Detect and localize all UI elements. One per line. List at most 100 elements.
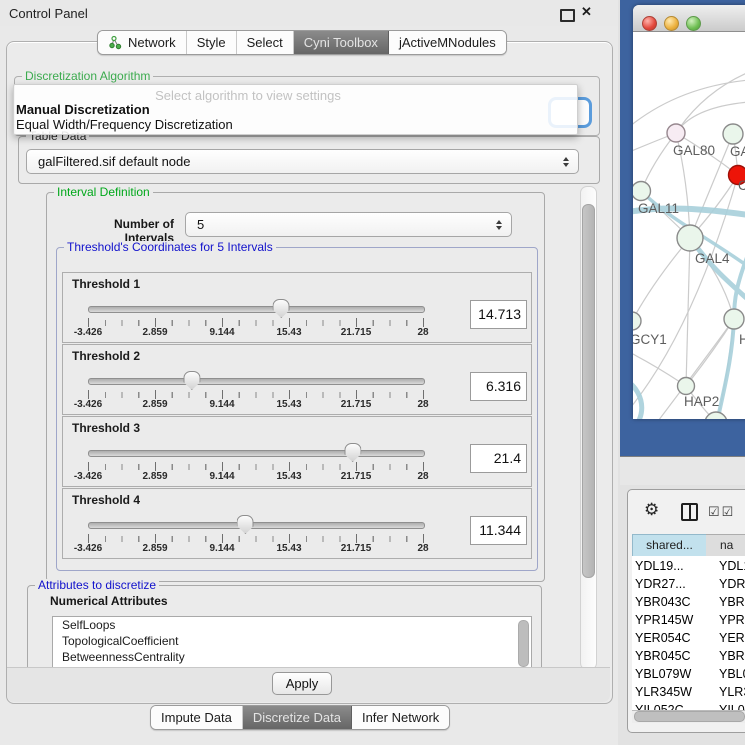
tab-select[interactable]: Select: [237, 31, 294, 54]
node-label-hap2: HAP2: [684, 394, 719, 409]
node-table-body[interactable]: YDL19...YDL1 YDR27...YDR2 YBR043CYBR0 YP…: [632, 556, 745, 710]
combo-arrows-icon: [563, 157, 569, 167]
algorithm-dropdown-popup: Select algorithm to view settings Manual…: [13, 84, 578, 135]
slider-track[interactable]: [88, 522, 425, 529]
threshold-coordinates-legend: Threshold's Coordinates for 5 Intervals: [64, 241, 276, 253]
popup-placeholder: Select algorithm to view settings: [14, 88, 482, 103]
close-icon[interactable]: ✕: [581, 4, 592, 20]
slider-thumb[interactable]: [273, 299, 290, 318]
threshold-1-slider[interactable]: [88, 299, 423, 319]
table-row[interactable]: YBL079WYBL0: [632, 665, 745, 683]
network-graph: GAL80 GA C GAL11 GAL4 GCY1 H HAP2: [633, 32, 745, 419]
slider-thumb[interactable]: [344, 443, 361, 462]
interval-definition-legend: Interval Definition: [54, 186, 153, 198]
select-columns-icon[interactable]: ☑☑: [708, 504, 735, 520]
node-label-gal4: GAL4: [695, 251, 730, 266]
table-row[interactable]: YER054CYER0: [632, 629, 745, 647]
node-gcy1[interactable]: [633, 312, 641, 330]
threshold-label: Threshold 2: [72, 349, 140, 363]
threshold-1-panel: Threshold 1 -3.426 2.859 9.144 15.43 21.…: [62, 272, 532, 343]
combo-arrows-icon: [496, 220, 502, 230]
cyni-bottom-tabs: Impute Data Discretize Data Infer Networ…: [150, 705, 450, 730]
slider-scale-labels: -3.426 2.859 9.144 15.43 21.715 28: [88, 543, 423, 555]
list-item[interactable]: TopologicalCoefficient: [53, 633, 531, 649]
list-scrollbar[interactable]: [518, 620, 529, 667]
table-row[interactable]: YDR27...YDR2: [632, 575, 745, 593]
network-window: GAL80 GA C GAL11 GAL4 GCY1 H HAP2: [633, 5, 745, 419]
screen: Control Panel ✕ Network Style Select Cyn…: [0, 0, 745, 745]
list-item[interactable]: SelfLoops: [53, 617, 531, 633]
node-hap2[interactable]: [678, 378, 695, 395]
column-header-shared-name[interactable]: shared...: [632, 534, 707, 557]
tab-style[interactable]: Style: [187, 31, 237, 54]
table-row[interactable]: YLR345WYLR3: [632, 683, 745, 701]
node-ga[interactable]: [723, 124, 743, 144]
threshold-4-slider[interactable]: [88, 515, 423, 535]
tab-cyni-toolbox[interactable]: Cyni Toolbox: [294, 31, 389, 54]
popup-option-equal-width[interactable]: Equal Width/Frequency Discretization: [16, 117, 233, 132]
node-label-gal80: GAL80: [673, 143, 715, 158]
settings-scrollbar-thumb[interactable]: [582, 204, 595, 578]
float-window-icon[interactable]: [560, 9, 575, 22]
slider-track[interactable]: [88, 378, 425, 385]
table-panel-header: Table Panel: [620, 456, 745, 485]
threshold-1-value-field[interactable]: 14.713: [470, 300, 527, 329]
table-row[interactable]: YBR045CYBR0: [632, 647, 745, 665]
column-header-name[interactable]: na: [706, 534, 745, 557]
slider-track[interactable]: [88, 306, 425, 313]
apply-button[interactable]: Apply: [272, 672, 332, 695]
tab-impute-data[interactable]: Impute Data: [151, 706, 243, 729]
node-label-h: H: [739, 332, 745, 347]
split-columns-icon[interactable]: [681, 503, 698, 521]
tab-infer-network[interactable]: Infer Network: [352, 706, 449, 729]
table-data-value: galFiltered.sif default node: [27, 154, 563, 169]
gear-icon[interactable]: ⚙: [644, 500, 659, 520]
control-panel-titlebar: Control Panel: [0, 0, 618, 26]
table-row[interactable]: YIL052CYIL0: [632, 701, 745, 710]
node-h[interactable]: [724, 309, 744, 329]
tab-jactivemnodules[interactable]: jActiveMNodules: [389, 31, 506, 54]
table-row[interactable]: YDL19...YDL1: [632, 557, 745, 575]
threshold-2-value-field[interactable]: 6.316: [470, 372, 527, 401]
slider-thumb[interactable]: [183, 371, 200, 390]
node-gal11[interactable]: [633, 182, 651, 201]
table-row[interactable]: YPR145WYPR1: [632, 611, 745, 629]
node-label-c: C: [738, 178, 745, 193]
threshold-2-panel: Threshold 2 -3.426 2.859 9.144 15.43 21.…: [62, 344, 532, 415]
node-gal80[interactable]: [667, 124, 685, 142]
slider-scale-labels: -3.426 2.859 9.144 15.43 21.715 28: [88, 327, 423, 339]
table-row[interactable]: YBR043CYBR0: [632, 593, 745, 611]
threshold-3-value-field[interactable]: 21.4: [470, 444, 527, 473]
threshold-3-slider[interactable]: [88, 443, 423, 463]
node-label-ga: GA: [730, 144, 745, 159]
number-of-intervals-combobox[interactable]: 5: [185, 212, 512, 237]
threshold-4-value-field[interactable]: 11.344: [470, 516, 527, 545]
threshold-4-panel: Threshold 4 -3.426 2.859 9.144 15.43 21.…: [62, 488, 532, 559]
list-item[interactable]: BetweennessCentrality: [53, 649, 531, 665]
table-hscrollbar-thumb[interactable]: [634, 711, 745, 722]
minimize-traffic-light-icon[interactable]: [664, 16, 679, 31]
slider-scale-labels: -3.426 2.859 9.144 15.43 21.715 28: [88, 399, 423, 411]
slider-scale-labels: -3.426 2.859 9.144 15.43 21.715 28: [88, 471, 423, 483]
network-canvas[interactable]: GAL80 GA C GAL11 GAL4 GCY1 H HAP2: [633, 32, 745, 419]
attributes-legend: Attributes to discretize: [35, 579, 159, 591]
slider-thumb[interactable]: [237, 515, 254, 534]
threshold-label: Threshold 1: [72, 277, 140, 291]
tab-label: Network: [128, 35, 176, 50]
threshold-2-slider[interactable]: [88, 371, 423, 391]
close-traffic-light-icon[interactable]: [642, 16, 657, 31]
node-gal4[interactable]: [677, 225, 703, 251]
tab-network[interactable]: Network: [98, 31, 187, 54]
threshold-label: Threshold 4: [72, 493, 140, 507]
numerical-attributes-list[interactable]: SelfLoops TopologicalCoefficient Between…: [52, 616, 532, 670]
discretization-algorithm-legend: Discretization Algorithm: [22, 70, 153, 82]
network-icon: [108, 35, 123, 50]
zoom-traffic-light-icon[interactable]: [686, 16, 701, 31]
popup-option-manual-discretization[interactable]: Manual Discretization: [16, 102, 150, 117]
node-label-gcy1: GCY1: [633, 332, 667, 347]
threshold-3-panel: Threshold 3 -3.426 2.859 9.144 15.43 21.…: [62, 416, 532, 487]
number-of-intervals-value: 5: [186, 217, 496, 232]
slider-track[interactable]: [88, 450, 425, 457]
table-data-combobox[interactable]: galFiltered.sif default node: [26, 149, 579, 174]
tab-discretize-data[interactable]: Discretize Data: [243, 706, 352, 729]
